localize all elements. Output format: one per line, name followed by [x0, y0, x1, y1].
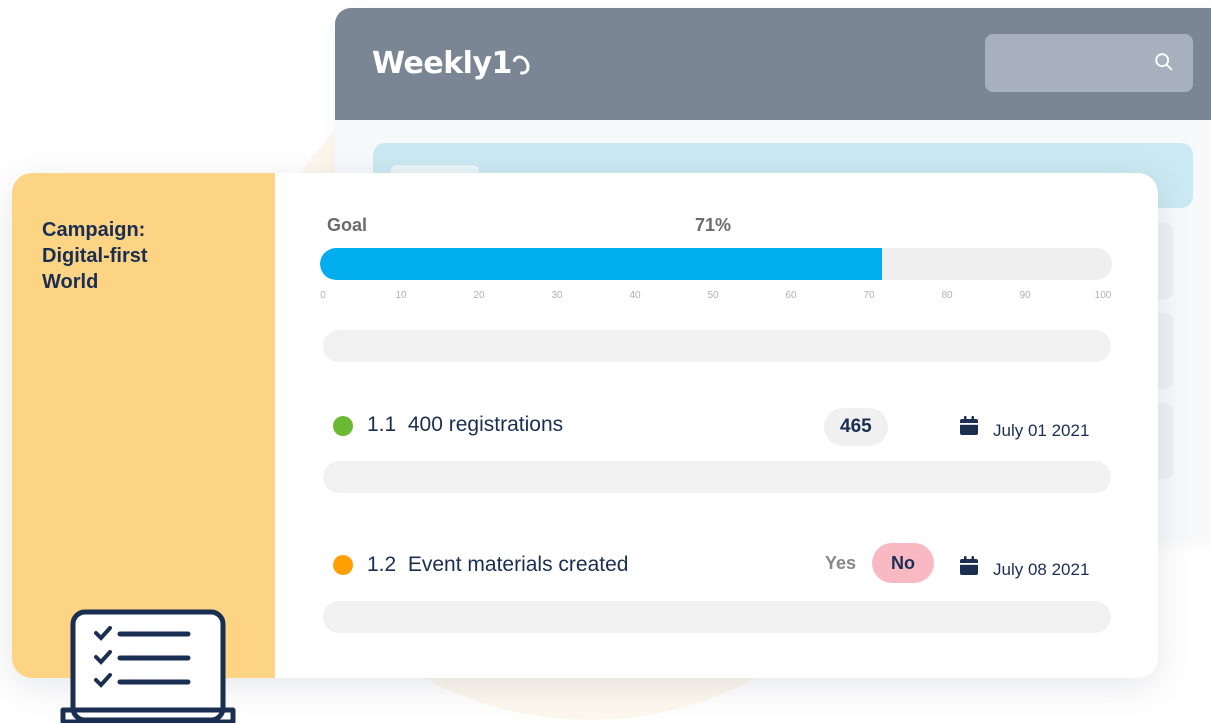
campaign-content: Goal 71% 0 10 20 30 40 50 60 70 80 90 100 1.1 400 …: [275, 173, 1158, 678]
calendar-icon: [960, 416, 978, 435]
key-result-label[interactable]: 1.1 400 registrations: [367, 413, 563, 437]
progress-tick-label: 90: [1019, 290, 1031, 301]
progress-tick-label: 30: [551, 290, 563, 301]
campaign-sidebar: Campaign: Digital-first World: [12, 173, 275, 678]
progress-tick-label: 80: [941, 290, 953, 301]
key-result-date: July 08 2021: [993, 560, 1090, 579]
placeholder-bar: [323, 330, 1111, 362]
campaign-title: Campaign: Digital-first World: [42, 219, 148, 293]
placeholder-bar: [323, 601, 1111, 633]
calendar-icon: [960, 556, 978, 575]
laptop-checklist-icon: [60, 609, 236, 723]
goal-label: Goal: [327, 215, 368, 235]
search-input[interactable]: [985, 34, 1193, 92]
goal-progress-bar: [320, 248, 1112, 280]
app-header: Weekly1: [335, 8, 1211, 120]
yes-option[interactable]: Yes: [825, 553, 856, 574]
no-option-selected[interactable]: No: [872, 543, 934, 583]
campaign-card: Campaign: Digital-first World Goal 71% 0…: [12, 173, 1158, 678]
key-result-date: July 01 2021: [993, 421, 1090, 440]
key-result-value[interactable]: 465: [824, 408, 888, 446]
progress-tick-label: 0: [320, 290, 326, 301]
progress-tick-label: 40: [629, 290, 641, 301]
logo-zero-mark: [508, 52, 533, 78]
placeholder-bar: [323, 461, 1111, 493]
progress-tick-label: 100: [1094, 290, 1112, 301]
progress-tick-label: 10: [395, 290, 407, 301]
progress-tick-label: 50: [707, 290, 719, 301]
goal-progress-fill: [320, 248, 883, 280]
goal-percent: 71%: [695, 215, 732, 235]
app-logo[interactable]: Weekly1: [372, 46, 533, 81]
progress-tick-label: 70: [863, 290, 875, 301]
progress-tick-label: 20: [473, 290, 485, 301]
status-dot: [333, 416, 353, 436]
status-dot: [333, 555, 353, 575]
key-result-label[interactable]: 1.2 Event materials created: [367, 553, 628, 577]
progress-tick-label: 60: [785, 290, 797, 301]
search-icon[interactable]: [1153, 51, 1175, 73]
